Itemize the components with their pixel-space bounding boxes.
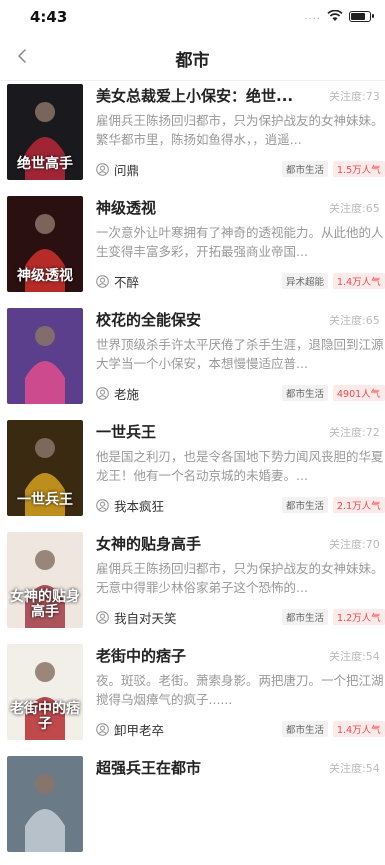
attention-score: 关注度:65 [329, 314, 380, 327]
book-cover[interactable]: 绝世高手 [7, 84, 83, 180]
book-description: 雇佣兵王陈扬回归都市，只为保护战友的女神妹妹。无意中得罪少林俗家弟子这个恐怖的.… [96, 561, 384, 595]
cover-title: 神级透视 [17, 268, 73, 284]
user-icon [96, 163, 109, 176]
book-list-item[interactable]: 超强兵王在都市 关注度:54 [0, 753, 385, 865]
attention-score: 关注度:73 [329, 90, 380, 103]
popularity-badge: 1.4万人气 [333, 273, 385, 289]
book-cover[interactable] [7, 308, 83, 404]
cover-title: 绝世高手 [17, 156, 73, 172]
popularity-badge: 1.5万人气 [333, 161, 385, 177]
cover-title: 一世兵王 [17, 492, 73, 508]
popularity-badge: 1.2万人气 [333, 609, 385, 625]
author-row: 我本疯狂 [96, 496, 164, 515]
book-list[interactable]: 绝世高手 美女总裁爱上小保安：绝世... 关注度:73 雇佣兵王陈扬回归都市，只为保护… [0, 81, 385, 865]
battery-icon [349, 10, 374, 22]
book-title[interactable]: 一世兵王 [96, 421, 325, 442]
attention-score: 关注度:54 [329, 762, 380, 775]
author-name[interactable]: 不醉 [114, 272, 139, 291]
author-name[interactable]: 我自对天笑 [114, 608, 177, 627]
book-title[interactable]: 老街中的痞子 [96, 645, 325, 666]
user-icon [96, 611, 109, 624]
cover-title: 女神的贴身高手 [10, 589, 80, 620]
author-row: 不醉 [96, 272, 139, 291]
cover-title: 老街中的痞子 [10, 701, 80, 732]
attention-score: 关注度:70 [329, 538, 380, 551]
book-description: 雇佣兵王陈扬回归都市，只为保护战友的女神妹妹。繁华都市里，陈扬如鱼得水，，逍遥.… [96, 113, 384, 147]
book-list-item[interactable]: 校花的全能保安 关注度:65 世界顶级杀手许太平厌倦了杀手生涯，退隐回到江源大学当一… [0, 305, 385, 417]
book-cover[interactable]: 女神的贴身高手 [7, 532, 83, 628]
nav-bar: 都市 [0, 34, 385, 81]
user-icon [96, 387, 109, 400]
book-list-item[interactable]: 绝世高手 美女总裁爱上小保安：绝世... 关注度:73 雇佣兵王陈扬回归都市，只为保护… [0, 81, 385, 193]
cover-art [7, 308, 83, 404]
book-description: 他是国之利刃，也是令各国地下势力闻风丧胆的华夏龙王！他有一个名动京城的未婚妻。.… [96, 449, 384, 483]
signal-icon: .... [304, 10, 321, 22]
author-name[interactable]: 卸甲老卒 [114, 720, 164, 739]
category-tag[interactable]: 异术超能 [281, 273, 328, 289]
book-description: 世界顶级杀手许太平厌倦了杀手生涯，退隐回到江源大学当一个小保安，本想慢慢适应普.… [96, 337, 384, 371]
battery-level [351, 12, 365, 20]
book-title[interactable]: 美女总裁爱上小保安：绝世... [96, 85, 325, 106]
book-list-item[interactable]: 女神的贴身高手 女神的贴身高手 关注度:70 雇佣兵王陈扬回归都市，只为保护战友的女神… [0, 529, 385, 641]
user-icon [96, 723, 109, 736]
book-cover[interactable]: 老街中的痞子 [7, 644, 83, 740]
book-description: 夜。斑驳。老街。萧索身影。两把唐刀。一个把江湖搅得乌烟瘴气的疯子...... [96, 673, 384, 707]
author-name[interactable]: 我本疯狂 [114, 496, 164, 515]
book-list-item[interactable]: 老街中的痞子 老街中的痞子 关注度:54 夜。斑驳。老街。萧索身影。两把唐刀。一个把江… [0, 641, 385, 753]
author-name[interactable]: 老施 [114, 384, 139, 403]
popularity-badge: 4901人气 [333, 385, 385, 401]
book-list-item[interactable]: 神级透视 神级透视 关注度:65 一次意外让叶寒拥有了神奇的透视能力。从此他的人生变得… [0, 193, 385, 305]
author-row: 卸甲老卒 [96, 720, 164, 739]
category-tag[interactable]: 都市生活 [281, 721, 328, 737]
book-title[interactable]: 校花的全能保安 [96, 309, 325, 330]
book-cover[interactable] [7, 756, 83, 852]
author-row: 问鼎 [96, 160, 139, 179]
status-time: 4:43 [30, 8, 68, 26]
book-cover[interactable]: 神级透视 [7, 196, 83, 292]
book-title[interactable]: 超强兵王在都市 [96, 757, 325, 778]
category-tag[interactable]: 都市生活 [281, 497, 328, 513]
book-cover[interactable]: 一世兵王 [7, 420, 83, 516]
popularity-badge: 1.4万人气 [333, 721, 385, 737]
status-bar: 4:43 .... [0, 0, 385, 34]
attention-score: 关注度:65 [329, 202, 380, 215]
book-title[interactable]: 女神的贴身高手 [96, 533, 325, 554]
author-row: 老施 [96, 384, 139, 403]
author-row: 我自对天笑 [96, 608, 177, 627]
author-name[interactable]: 问鼎 [114, 160, 139, 179]
book-title[interactable]: 神级透视 [96, 197, 325, 218]
wifi-icon [327, 10, 343, 21]
user-icon [96, 275, 109, 288]
attention-score: 关注度:54 [329, 650, 380, 663]
cover-art [7, 756, 83, 852]
user-icon [96, 499, 109, 512]
book-description: 一次意外让叶寒拥有了神奇的透视能力。从此他的人生变得丰富多彩，开拓最强商业帝国.… [96, 225, 384, 259]
category-tag[interactable]: 都市生活 [281, 609, 328, 625]
status-indicators: .... [304, 10, 374, 22]
category-tag[interactable]: 都市生活 [281, 161, 328, 177]
popularity-badge: 2.1万人气 [333, 497, 385, 513]
attention-score: 关注度:72 [329, 426, 380, 439]
page-title: 都市 [175, 51, 210, 71]
book-list-item[interactable]: 一世兵王 一世兵王 关注度:72 他是国之利刃，也是令各国地下势力闻风丧胆的华夏龙王！… [0, 417, 385, 529]
category-tag[interactable]: 都市生活 [281, 385, 328, 401]
